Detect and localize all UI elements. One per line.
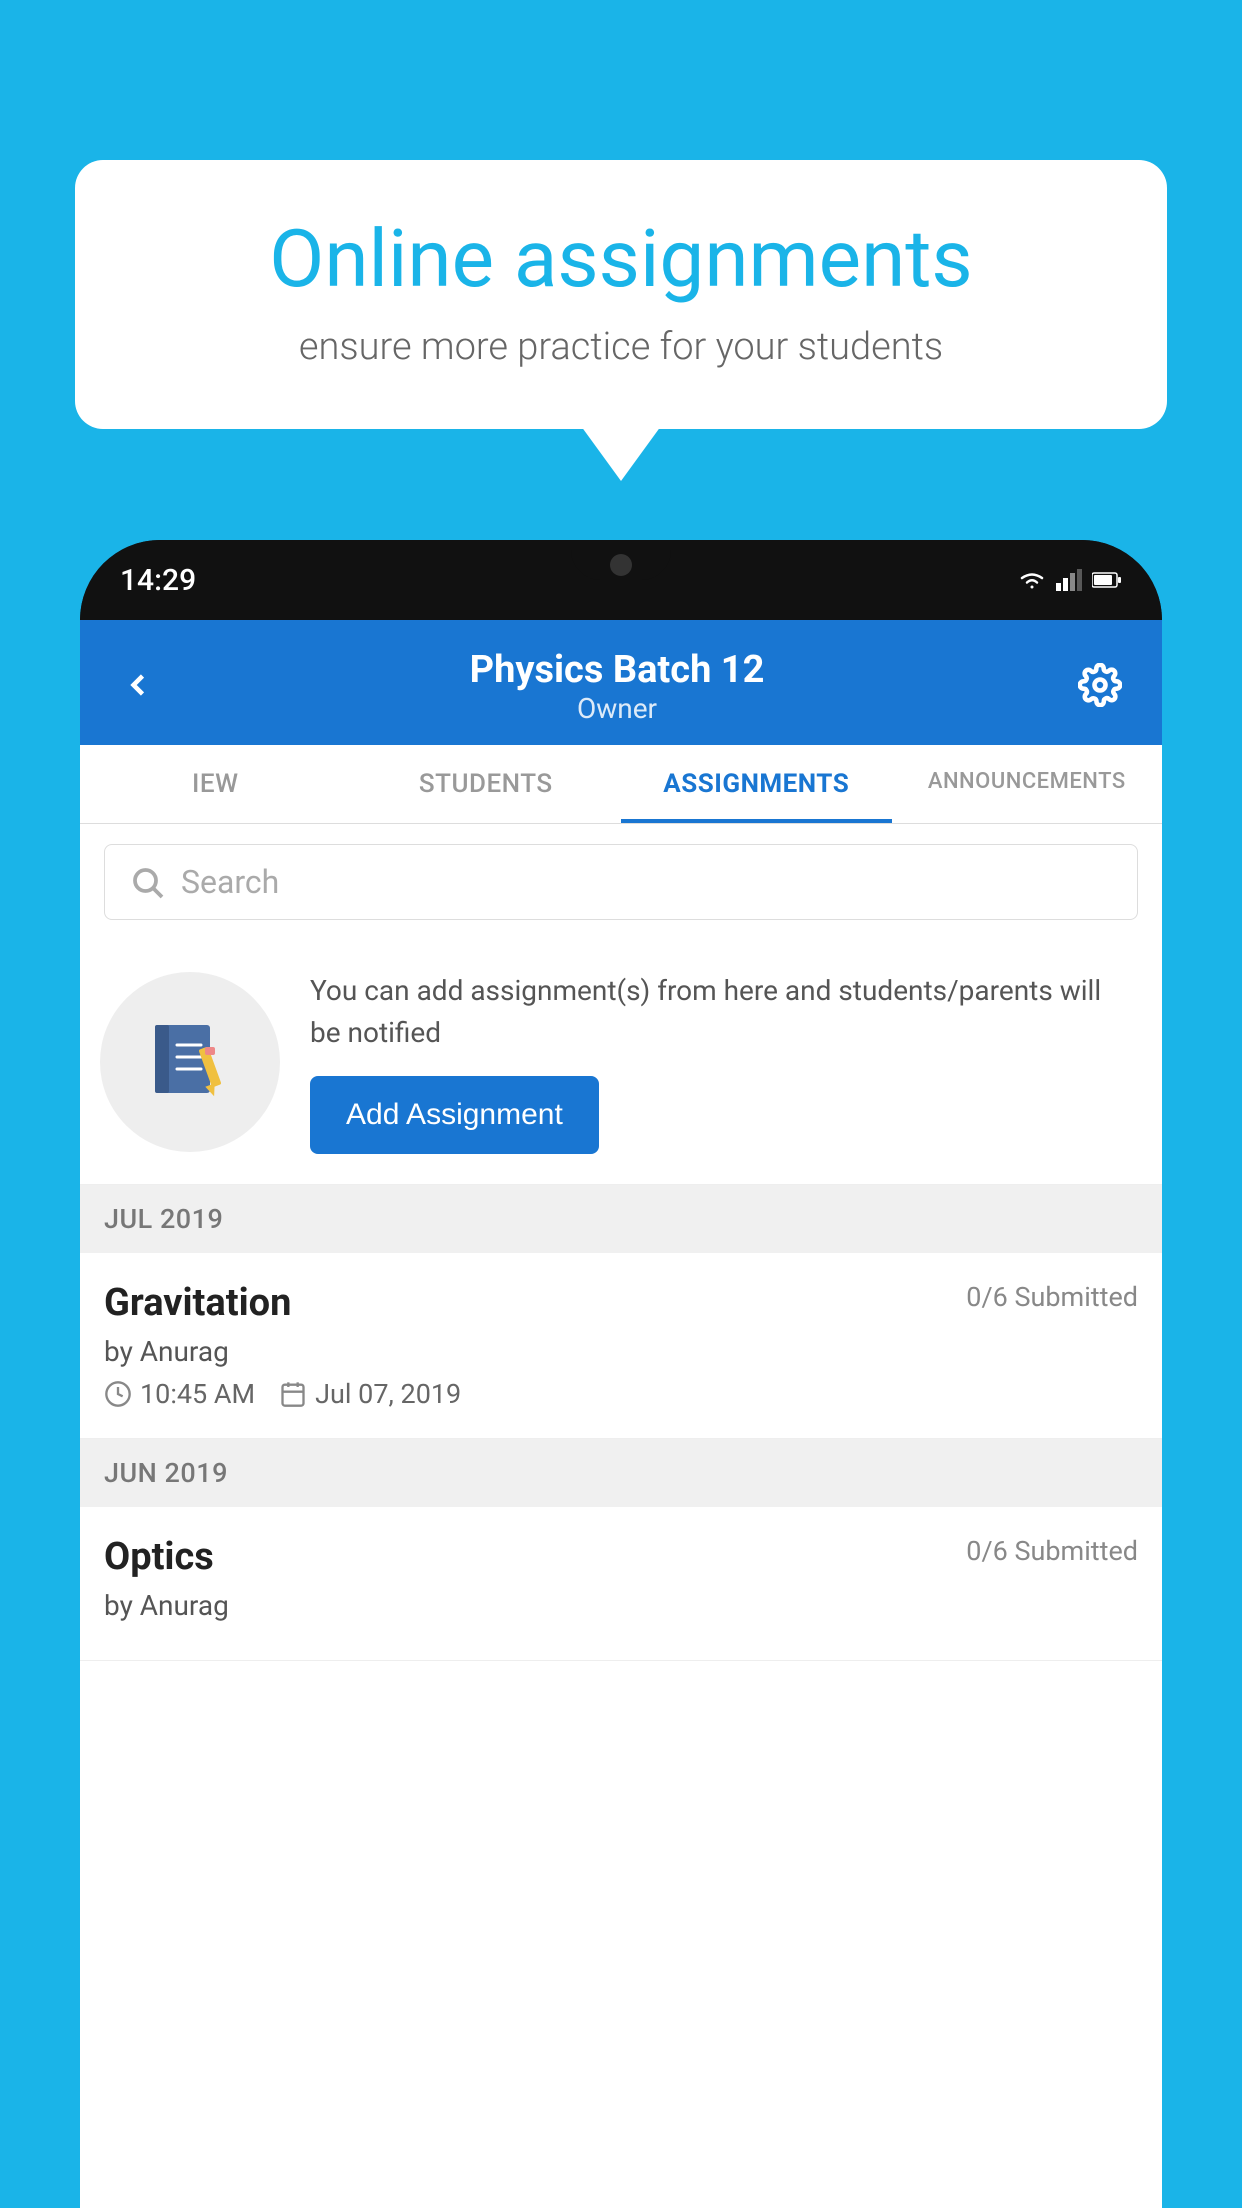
status-icons	[1018, 569, 1122, 591]
phone-frame: 14:29	[80, 540, 1162, 2208]
assignment-icon-circle	[100, 972, 280, 1152]
gear-icon	[1078, 663, 1122, 707]
back-button[interactable]	[120, 667, 156, 707]
battery-icon	[1092, 571, 1122, 589]
search-bar[interactable]: Search	[104, 844, 1138, 920]
assignment-name: Gravitation	[104, 1281, 291, 1325]
clock-icon	[104, 1380, 132, 1408]
assignment-date: Jul 07, 2019	[315, 1378, 461, 1410]
wifi-icon	[1018, 569, 1046, 591]
section-header-jul: JUL 2019	[80, 1185, 1162, 1253]
tab-assignments[interactable]: ASSIGNMENTS	[621, 745, 892, 823]
app-header: Physics Batch 12 Owner	[80, 620, 1162, 745]
status-bar: 14:29	[80, 540, 1162, 620]
signal-icon	[1056, 569, 1082, 591]
optics-by: by Anurag	[104, 1589, 1138, 1622]
meta-date: Jul 07, 2019	[279, 1378, 461, 1410]
speech-bubble-subtitle: ensure more practice for your students	[135, 325, 1107, 369]
app-screen: Physics Batch 12 Owner IEW STUDENTS ASSI…	[80, 620, 1162, 2208]
meta-time: 10:45 AM	[104, 1378, 255, 1410]
header-center: Physics Batch 12 Owner	[470, 648, 765, 725]
assignment-meta: 10:45 AM Jul 07, 2019	[104, 1378, 1138, 1410]
optics-submitted: 0/6 Submitted	[966, 1535, 1138, 1567]
assignment-by: by Anurag	[104, 1335, 1138, 1368]
assignment-time: 10:45 AM	[140, 1378, 255, 1410]
batch-subtitle: Owner	[470, 692, 765, 725]
book-pencil-icon	[145, 1017, 235, 1107]
section-header-jun: JUN 2019	[80, 1439, 1162, 1507]
optics-row-top: Optics 0/6 Submitted	[104, 1535, 1138, 1579]
tab-iew[interactable]: IEW	[80, 745, 351, 823]
back-arrow-icon	[120, 667, 156, 703]
phone-notch	[571, 540, 671, 580]
speech-bubble: Online assignments ensure more practice …	[75, 160, 1167, 429]
status-time: 14:29	[120, 563, 196, 598]
calendar-icon	[279, 1380, 307, 1408]
settings-button[interactable]	[1078, 663, 1122, 711]
tab-students[interactable]: STUDENTS	[351, 745, 622, 823]
empty-state-description: You can add assignment(s) from here and …	[310, 970, 1132, 1054]
assignment-item-optics[interactable]: Optics 0/6 Submitted by Anurag	[80, 1507, 1162, 1661]
empty-state-section: You can add assignment(s) from here and …	[80, 940, 1162, 1185]
search-container: Search	[80, 824, 1162, 940]
add-assignment-button[interactable]: Add Assignment	[310, 1076, 599, 1154]
search-placeholder: Search	[181, 863, 279, 901]
assignment-submitted: 0/6 Submitted	[966, 1281, 1138, 1313]
assignment-item-gravitation[interactable]: Gravitation 0/6 Submitted by Anurag 10:4…	[80, 1253, 1162, 1439]
optics-name: Optics	[104, 1535, 214, 1579]
empty-state-content: You can add assignment(s) from here and …	[310, 970, 1132, 1154]
camera-dot	[610, 554, 632, 576]
batch-title: Physics Batch 12	[470, 648, 765, 692]
tab-announcements[interactable]: ANNOUNCEMENTS	[892, 745, 1163, 823]
search-icon	[129, 864, 165, 900]
tab-bar: IEW STUDENTS ASSIGNMENTS ANNOUNCEMENTS	[80, 745, 1162, 824]
assignment-row-top: Gravitation 0/6 Submitted	[104, 1281, 1138, 1325]
speech-bubble-title: Online assignments	[135, 215, 1107, 303]
